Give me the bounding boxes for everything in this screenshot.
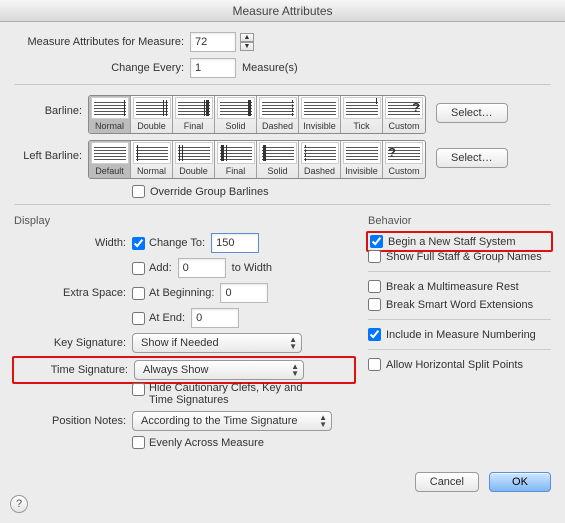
evenly-label: Evenly Across Measure bbox=[149, 437, 264, 449]
ok-button[interactable]: OK bbox=[489, 472, 551, 492]
barline-dashed[interactable]: Dashed bbox=[257, 96, 299, 133]
include-numbering-label: Include in Measure Numbering bbox=[386, 329, 536, 341]
change-to-label: Change To: bbox=[149, 237, 205, 249]
barline-invisible[interactable]: Invisible bbox=[299, 96, 341, 133]
width-label: Width: bbox=[14, 237, 126, 249]
change-every-input[interactable] bbox=[190, 58, 236, 78]
chevron-updown-icon: ▲▼ bbox=[291, 363, 299, 377]
measure-number-input[interactable] bbox=[190, 32, 236, 52]
help-icon[interactable]: ? bbox=[10, 495, 28, 513]
include-numbering-checkbox[interactable] bbox=[368, 328, 381, 341]
begin-new-staff-checkbox[interactable] bbox=[370, 235, 383, 248]
at-beginning-checkbox[interactable] bbox=[132, 287, 145, 300]
allow-split-label: Allow Horizontal Split Points bbox=[386, 359, 523, 371]
override-group-barlines-checkbox[interactable] bbox=[132, 185, 145, 198]
barline-final[interactable]: Final bbox=[173, 96, 215, 133]
time-signature-label: Time Signature: bbox=[16, 364, 128, 376]
barline-solid[interactable]: Solid bbox=[215, 96, 257, 133]
break-multimeasure-label: Break a Multimeasure Rest bbox=[386, 281, 519, 293]
at-end-input[interactable] bbox=[191, 308, 239, 328]
left-barline-default[interactable]: Default bbox=[89, 141, 131, 178]
break-smart-word-checkbox[interactable] bbox=[368, 298, 381, 311]
barline-group: Normal Double Final Solid Dashed Invisib… bbox=[88, 95, 426, 134]
left-barline-final[interactable]: Final bbox=[215, 141, 257, 178]
chevron-updown-icon: ▲▼ bbox=[319, 414, 327, 428]
add-suffix: to Width bbox=[232, 262, 272, 274]
stepper-down-icon[interactable]: ▼ bbox=[240, 42, 254, 51]
position-notes-label: Position Notes: bbox=[14, 415, 126, 427]
hide-cautionary-label: Hide Cautionary Clefs, Key and Time Sign… bbox=[149, 382, 329, 406]
at-end-label: At End: bbox=[149, 312, 185, 324]
measure-stepper[interactable]: ▲ ▼ bbox=[240, 33, 254, 51]
display-title: Display bbox=[14, 215, 354, 227]
chevron-updown-icon: ▲▼ bbox=[289, 336, 297, 350]
break-multimeasure-checkbox[interactable] bbox=[368, 280, 381, 293]
left-barline-label: Left Barline: bbox=[14, 140, 82, 162]
show-full-names-label: Show Full Staff & Group Names bbox=[386, 251, 542, 263]
key-signature-label: Key Signature: bbox=[14, 337, 126, 349]
left-barline-normal[interactable]: Normal bbox=[131, 141, 173, 178]
add-label: Add: bbox=[149, 262, 172, 274]
left-barline-custom[interactable]: ?Custom bbox=[383, 141, 425, 178]
barline-normal[interactable]: Normal bbox=[89, 96, 131, 133]
window-title: Measure Attributes bbox=[0, 0, 565, 22]
left-barline-invisible[interactable]: Invisible bbox=[341, 141, 383, 178]
change-to-checkbox[interactable] bbox=[132, 237, 145, 250]
evenly-checkbox[interactable] bbox=[132, 436, 145, 449]
time-signature-select[interactable]: Always Show ▲▼ bbox=[134, 360, 304, 380]
key-signature-select[interactable]: Show if Needed ▲▼ bbox=[132, 333, 302, 353]
barline-custom[interactable]: ?Custom bbox=[383, 96, 425, 133]
left-barline-double[interactable]: Double bbox=[173, 141, 215, 178]
position-notes-select[interactable]: According to the Time Signature ▲▼ bbox=[132, 411, 332, 431]
change-every-label: Change Every: bbox=[14, 62, 184, 74]
add-checkbox[interactable] bbox=[132, 262, 145, 275]
left-barline-select-button[interactable]: Select… bbox=[436, 148, 508, 168]
change-to-input[interactable] bbox=[211, 233, 259, 253]
break-smart-word-label: Break Smart Word Extensions bbox=[386, 299, 533, 311]
cancel-button[interactable]: Cancel bbox=[415, 472, 479, 492]
barline-select-button[interactable]: Select… bbox=[436, 103, 508, 123]
at-beginning-input[interactable] bbox=[220, 283, 268, 303]
measure-for-label: Measure Attributes for Measure: bbox=[14, 36, 184, 48]
allow-split-checkbox[interactable] bbox=[368, 358, 381, 371]
at-beginning-label: At Beginning: bbox=[149, 287, 214, 299]
add-input[interactable] bbox=[178, 258, 226, 278]
barline-label: Barline: bbox=[14, 95, 82, 117]
left-barline-dashed[interactable]: Dashed bbox=[299, 141, 341, 178]
barline-double[interactable]: Double bbox=[131, 96, 173, 133]
behavior-title: Behavior bbox=[368, 215, 551, 227]
stepper-up-icon[interactable]: ▲ bbox=[240, 33, 254, 42]
measures-suffix: Measure(s) bbox=[242, 62, 298, 74]
extra-space-label: Extra Space: bbox=[14, 287, 126, 299]
override-group-barlines-label: Override Group Barlines bbox=[150, 186, 269, 198]
barline-tick[interactable]: Tick bbox=[341, 96, 383, 133]
left-barline-group: Default Normal Double Final Solid Dashed… bbox=[88, 140, 426, 179]
left-barline-solid[interactable]: Solid bbox=[257, 141, 299, 178]
hide-cautionary-checkbox[interactable] bbox=[132, 383, 145, 396]
begin-new-staff-label: Begin a New Staff System bbox=[388, 236, 516, 248]
show-full-names-checkbox[interactable] bbox=[368, 250, 381, 263]
at-end-checkbox[interactable] bbox=[132, 312, 145, 325]
